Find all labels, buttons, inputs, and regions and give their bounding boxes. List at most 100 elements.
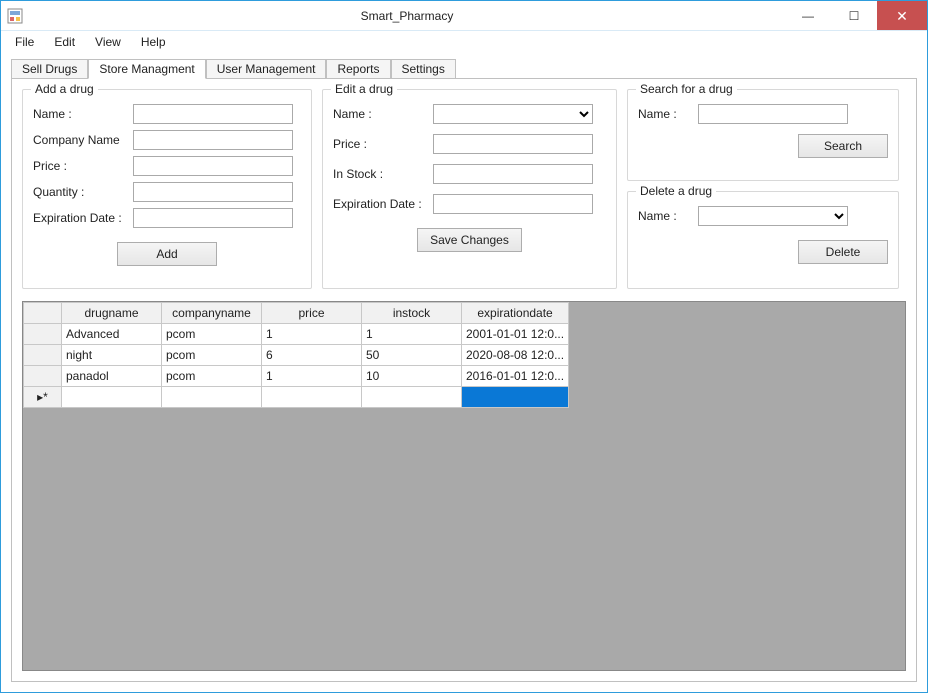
table-new-row[interactable]: ▸*	[24, 387, 569, 408]
tab-panel-store-management: Add a drug Name : Company Name Price : Q…	[11, 79, 917, 682]
add-company-label: Company Name	[33, 133, 133, 147]
edit-price-label: Price :	[333, 137, 433, 151]
add-price-label: Price :	[33, 159, 133, 173]
add-name-label: Name :	[33, 107, 133, 121]
header-companyname[interactable]: companyname	[162, 303, 262, 324]
cell-price[interactable]: 1	[262, 324, 362, 345]
maximize-button[interactable]: ☐	[831, 1, 877, 30]
add-company-input[interactable]	[133, 130, 293, 150]
tab-reports[interactable]: Reports	[326, 59, 390, 78]
menu-help[interactable]: Help	[133, 33, 174, 51]
content-area: Sell Drugs Store Managment User Manageme…	[1, 53, 927, 692]
header-price[interactable]: price	[262, 303, 362, 324]
header-instock[interactable]: instock	[362, 303, 462, 324]
datagrid-header-row: drugname companyname price instock expir…	[24, 303, 569, 324]
delete-name-select[interactable]	[698, 206, 848, 226]
groupbox-edit-legend: Edit a drug	[331, 82, 397, 96]
menu-edit[interactable]: Edit	[46, 33, 83, 51]
cell-price[interactable]: 6	[262, 345, 362, 366]
tab-user-management[interactable]: User Management	[206, 59, 327, 78]
tabstrip: Sell Drugs Store Managment User Manageme…	[11, 57, 917, 79]
cell-drugname[interactable]: night	[62, 345, 162, 366]
edit-expiration-label: Expiration Date :	[333, 197, 433, 211]
add-expiration-label: Expiration Date :	[33, 211, 133, 225]
edit-expiration-input[interactable]	[433, 194, 593, 214]
menu-view[interactable]: View	[87, 33, 129, 51]
right-column: Search for a drug Name : Search Delete a…	[627, 89, 899, 289]
edit-field-grid: Name : Price : In Stock : Expiration Dat…	[333, 104, 606, 214]
edit-button-row: Save Changes	[333, 228, 606, 252]
menu-file[interactable]: File	[7, 33, 42, 51]
groupbox-delete-legend: Delete a drug	[636, 184, 716, 198]
cell-drugname[interactable]: Advanced	[62, 324, 162, 345]
header-expirationdate[interactable]: expirationdate	[462, 303, 569, 324]
row-header[interactable]	[24, 345, 62, 366]
table-row[interactable]: panadol pcom 1 10 2016-01-01 12:0...	[24, 366, 569, 387]
cell-expirationdate[interactable]: 2001-01-01 12:0...	[462, 324, 569, 345]
new-row-indicator[interactable]: ▸*	[24, 387, 62, 408]
cell-companyname[interactable]: pcom	[162, 345, 262, 366]
form-row: Add a drug Name : Company Name Price : Q…	[22, 89, 906, 289]
maximize-icon: ☐	[849, 9, 860, 23]
groupbox-delete-drug: Delete a drug Name : Delete	[627, 191, 899, 289]
close-icon: ✕	[896, 9, 908, 23]
add-quantity-input[interactable]	[133, 182, 293, 202]
tab-store-management[interactable]: Store Managment	[88, 59, 205, 79]
row-header[interactable]	[24, 324, 62, 345]
add-expiration-input[interactable]	[133, 208, 293, 228]
cell-instock[interactable]	[362, 387, 462, 408]
window-controls: — ☐ ✕	[785, 1, 927, 30]
groupbox-add-legend: Add a drug	[31, 82, 98, 96]
cell-companyname[interactable]: pcom	[162, 366, 262, 387]
datagrid[interactable]: drugname companyname price instock expir…	[23, 302, 569, 408]
groupbox-search-legend: Search for a drug	[636, 82, 737, 96]
cell-instock[interactable]: 50	[362, 345, 462, 366]
datagrid-corner-header[interactable]	[24, 303, 62, 324]
delete-button-row: Delete	[638, 240, 888, 264]
edit-price-input[interactable]	[433, 134, 593, 154]
add-button-row: Add	[33, 242, 301, 266]
cell-expirationdate[interactable]	[462, 387, 569, 408]
cell-price[interactable]: 1	[262, 366, 362, 387]
tab-sell-drugs[interactable]: Sell Drugs	[11, 59, 88, 78]
add-price-input[interactable]	[133, 156, 293, 176]
delete-button[interactable]: Delete	[798, 240, 888, 264]
delete-field-grid: Name :	[638, 206, 888, 226]
save-changes-button[interactable]: Save Changes	[417, 228, 522, 252]
cell-companyname[interactable]	[162, 387, 262, 408]
search-name-input[interactable]	[698, 104, 848, 124]
datagrid-container: drugname companyname price instock expir…	[22, 301, 906, 671]
table-row[interactable]: night pcom 6 50 2020-08-08 12:0...	[24, 345, 569, 366]
cell-expirationdate[interactable]: 2016-01-01 12:0...	[462, 366, 569, 387]
cell-companyname[interactable]: pcom	[162, 324, 262, 345]
titlebar: Smart_Pharmacy — ☐ ✕	[1, 1, 927, 31]
edit-name-select[interactable]	[433, 104, 593, 124]
menubar: File Edit View Help	[1, 31, 927, 53]
add-field-grid: Name : Company Name Price : Quantity : E…	[33, 104, 301, 228]
cell-drugname[interactable]: panadol	[62, 366, 162, 387]
add-quantity-label: Quantity :	[33, 185, 133, 199]
table-row[interactable]: Advanced pcom 1 1 2001-01-01 12:0...	[24, 324, 569, 345]
delete-name-label: Name :	[638, 209, 698, 223]
groupbox-add-drug: Add a drug Name : Company Name Price : Q…	[22, 89, 312, 289]
search-name-label: Name :	[638, 107, 698, 121]
cell-instock[interactable]: 10	[362, 366, 462, 387]
cell-price[interactable]	[262, 387, 362, 408]
edit-instock-label: In Stock :	[333, 167, 433, 181]
tab-settings[interactable]: Settings	[391, 59, 456, 78]
header-drugname[interactable]: drugname	[62, 303, 162, 324]
search-button[interactable]: Search	[798, 134, 888, 158]
add-button[interactable]: Add	[117, 242, 217, 266]
groupbox-edit-drug: Edit a drug Name : Price : In Stock : Ex…	[322, 89, 617, 289]
cell-instock[interactable]: 1	[362, 324, 462, 345]
minimize-icon: —	[802, 9, 814, 23]
close-button[interactable]: ✕	[877, 1, 927, 30]
row-header[interactable]	[24, 366, 62, 387]
edit-instock-input[interactable]	[433, 164, 593, 184]
groupbox-search-drug: Search for a drug Name : Search	[627, 89, 899, 181]
add-name-input[interactable]	[133, 104, 293, 124]
cell-drugname[interactable]	[62, 387, 162, 408]
minimize-button[interactable]: —	[785, 1, 831, 30]
main-window: Smart_Pharmacy — ☐ ✕ File Edit View Help…	[0, 0, 928, 693]
cell-expirationdate[interactable]: 2020-08-08 12:0...	[462, 345, 569, 366]
